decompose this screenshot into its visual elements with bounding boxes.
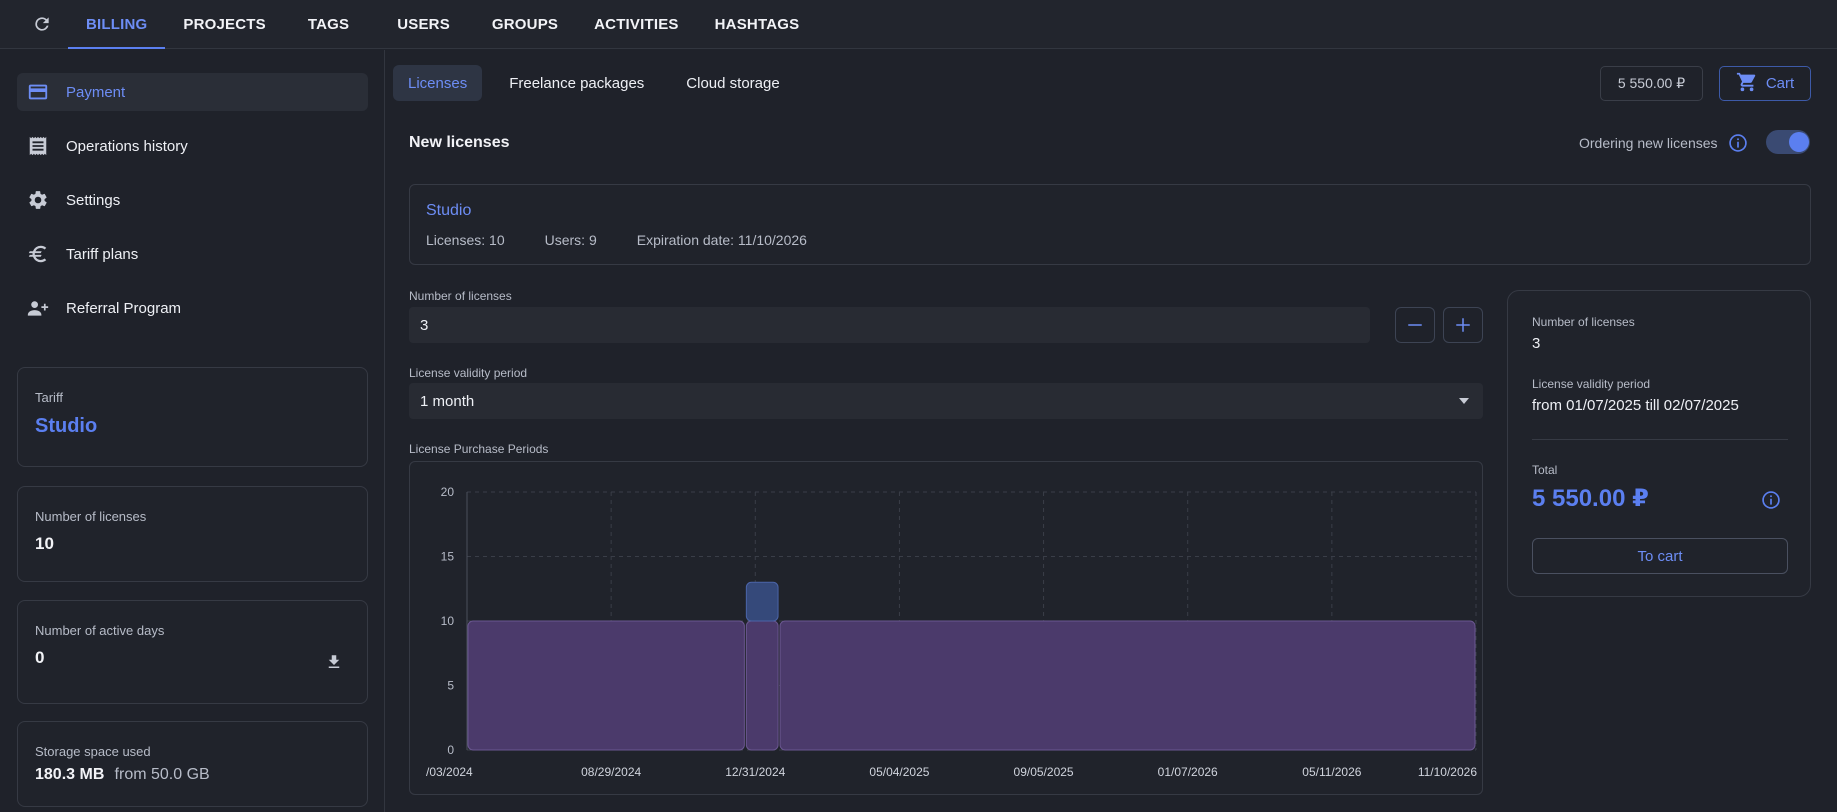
nav-tab-projects[interactable]: PROJECTS [165,0,283,49]
sidebar-item-referral-program[interactable]: Referral Program [17,289,368,327]
x-tick-label: 12/31/2024 [725,765,785,779]
chart-bar-segment [745,620,779,751]
nav-tab-tags[interactable]: TAGS [284,0,373,49]
y-tick-label: 20 [441,485,455,499]
sidebar-item-label: Operations history [66,137,188,155]
to-cart-button[interactable]: To cart [1532,538,1788,574]
nav-tab-billing[interactable]: BILLING [68,0,166,49]
licenses-input-label: Number of licenses [409,289,512,303]
sidebar-item-label: Tariff plans [66,245,139,263]
tariff-label: Tariff [35,390,63,405]
sidebar-item-payment[interactable]: Payment [17,73,368,111]
chart-bar-segment [779,620,1476,751]
top-nav: BILLING PROJECTS TAGS USERS GROUPS ACTIV… [0,0,1837,49]
section-title: New licenses [409,134,510,151]
x-tick-label: 05/04/2025 [869,765,929,779]
license-periods-chart: 0 5 10 15 20/03/2024 08/29/2024 12/31/2024 05/0… [409,461,1483,795]
active-days-label: Number of active days [35,623,165,638]
x-tick-label: 01/07/2026 [1158,765,1218,779]
plan-name[interactable]: Studio [426,202,471,220]
storage-total: from 50.0 GB [114,766,210,783]
summary-total-label: Total [1532,463,1558,477]
x-tick-label: /03/2024 [426,765,473,779]
increment-button[interactable] [1443,307,1483,343]
x-tick-label: 05/11/2026 [1302,765,1361,779]
sidebar: Payment Operations history Settings Tari… [0,50,385,812]
active-days-card: Number of active days 0 [17,600,368,704]
cart-price: 5 550.00 ₽ [1600,66,1703,101]
receipt-icon [27,135,49,157]
decrement-button[interactable] [1395,307,1435,343]
licenses-count-value: 10 [35,534,54,553]
plan-licenses: Licenses: 10 [426,232,505,248]
sidebar-item-label: Referral Program [66,299,182,317]
nav-tab-users[interactable]: USERS [373,0,474,49]
y-tick-label: 5 [447,679,454,693]
toggle-knob [1789,132,1809,152]
plan-card: Studio Licenses: 10 Users: 9 Expiration … [409,184,1811,265]
chart-bar-segment [745,581,779,622]
summary-period-label: License validity period [1532,377,1651,391]
ordering-toggle[interactable] [1766,130,1810,154]
chart-svg: 0 5 10 15 20/03/2024 08/29/2024 12/31/2024 05/0… [426,485,1477,779]
add-user-icon [27,297,49,319]
euro-icon [27,243,49,265]
period-select[interactable]: 1 month [409,383,1483,419]
sidebar-item-label: Payment [66,83,126,101]
summary-period-value: from 01/07/2025 till 02/07/2025 [1532,397,1739,414]
sidebar-item-label: Settings [66,191,121,209]
storage-label: Storage space used [35,744,151,759]
sidebar-item-operations-history[interactable]: Operations history [17,127,368,165]
storage-used: 180.3 MB [35,766,105,783]
ordering-label: Ordering new licenses [1579,135,1718,151]
storage-line: 180.3 MB from 50.0 GB [35,766,350,784]
summary-licenses-label: Number of licenses [1532,315,1635,329]
x-tick-label: 11/10/2026 [1418,765,1477,779]
subtabs: Licenses Freelance packages Cloud storag… [393,65,805,101]
credit-card-icon [27,81,49,103]
x-tick-label: 08/29/2024 [581,765,641,779]
licenses-card: Number of licenses 10 [17,486,368,582]
sidebar-item-settings[interactable]: Settings [17,181,368,219]
gear-icon [27,189,49,211]
sidebar-item-tariff-plans[interactable]: Tariff plans [17,235,368,273]
info-icon[interactable] [1761,490,1781,510]
y-tick-label: 15 [441,550,455,564]
plan-users: Users: 9 [544,232,597,248]
tariff-card: Tariff Studio [17,367,368,467]
chart-label: License Purchase Periods [409,442,549,456]
x-tick-label: 09/05/2025 [1014,765,1074,779]
period-select-label: License validity period [409,366,528,380]
summary-total-value: 5 550.00 ₽ [1532,485,1649,512]
nav-tab-activities[interactable]: ACTIVITIES [576,0,697,49]
nav-tab-groups[interactable]: GROUPS [474,0,576,49]
licenses-input[interactable]: 3 [409,307,1370,343]
refresh-icon[interactable] [28,10,56,38]
info-icon[interactable] [1728,133,1748,153]
plan-meta: Licenses: 10 Users: 9 Expiration date: 1… [426,232,807,248]
licenses-count-label: Number of licenses [35,509,147,524]
tab-cloud-storage[interactable]: Cloud storage [671,65,794,101]
active-days-value: 0 [35,648,45,667]
summary-licenses-value: 3 [1532,335,1541,352]
download-icon[interactable] [325,653,343,675]
cart-label: Cart [1765,75,1795,92]
minus-icon [1408,324,1422,326]
plan-expiration: Expiration date: 11/10/2026 [636,232,807,248]
y-tick-label: 0 [447,743,454,757]
order-summary: Number of licenses 3 License validity pe… [1507,290,1811,597]
cart-icon [1736,71,1758,97]
tariff-value: Studio [35,415,98,437]
tab-freelance-packages[interactable]: Freelance packages [492,65,661,101]
plus-icon [1456,318,1470,332]
chevron-down-icon [1459,398,1469,404]
summary-divider [1532,439,1788,440]
y-tick-label: 10 [441,614,455,628]
storage-card: Storage space used 180.3 MB from 50.0 GB [17,721,368,807]
nav-tab-hashtags[interactable]: HASHTAGS [697,0,818,49]
period-select-value: 1 month [420,392,475,410]
tab-licenses[interactable]: Licenses [393,65,483,101]
cart-button[interactable]: Cart [1719,66,1811,101]
chart-bar-segment [467,620,745,751]
